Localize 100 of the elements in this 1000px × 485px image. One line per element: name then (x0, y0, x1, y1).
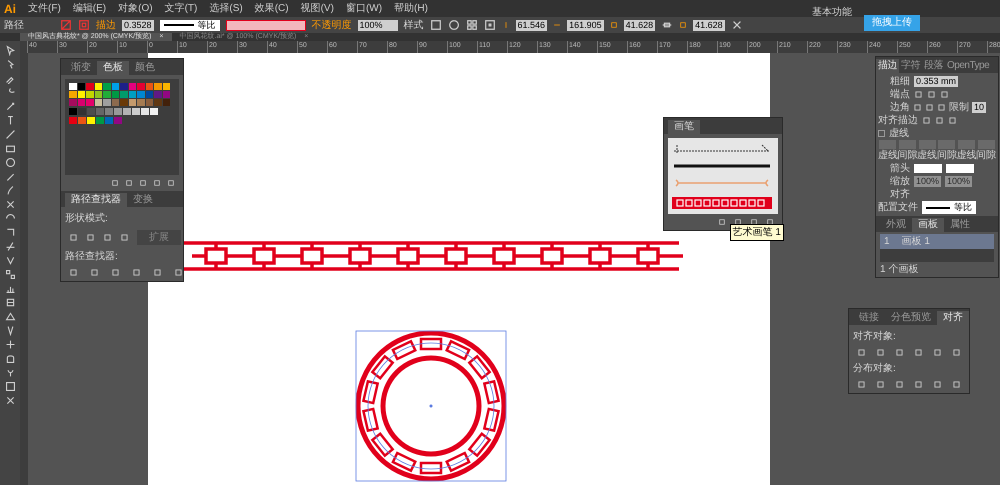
tool-icon[interactable] (4, 255, 16, 266)
panel-tab[interactable]: 变换 (127, 193, 159, 207)
distribute-icon[interactable] (857, 380, 866, 389)
color-swatch[interactable] (78, 91, 85, 98)
tool-icon[interactable] (4, 157, 16, 168)
fill-swatch-icon[interactable] (60, 19, 72, 31)
menu-item[interactable]: 效果(C) (254, 1, 289, 16)
color-swatch[interactable] (103, 91, 110, 98)
color-swatch[interactable] (146, 91, 153, 98)
tint-swatch[interactable] (132, 108, 140, 115)
tool-icon[interactable] (4, 395, 16, 406)
menu-item[interactable]: 帮助(H) (394, 1, 428, 16)
tint-swatch[interactable] (141, 108, 149, 115)
tool-icon[interactable] (4, 101, 16, 112)
color-swatch[interactable] (137, 91, 144, 98)
color-swatch[interactable] (154, 91, 162, 98)
color-swatch[interactable] (78, 99, 85, 106)
align-icon[interactable] (952, 348, 961, 357)
panel-tab[interactable]: 颜色 (129, 61, 161, 75)
distribute-icon[interactable] (876, 380, 885, 389)
menu-item[interactable]: 文件(F) (28, 1, 61, 16)
color-swatch[interactable] (154, 83, 162, 90)
stroke-swatch-icon[interactable] (78, 19, 90, 31)
color-swatch[interactable] (69, 91, 76, 98)
y-field[interactable]: 161.905 (567, 20, 604, 30)
stroke-weight-field[interactable]: 0.3528 (122, 20, 154, 30)
color-swatch[interactable] (94, 91, 102, 98)
tint-swatch[interactable] (123, 108, 131, 115)
tint-swatch[interactable] (69, 108, 77, 115)
color-swatch[interactable] (114, 117, 122, 124)
panel-tab[interactable]: 画笔 (668, 120, 700, 134)
grid-icon[interactable] (466, 19, 478, 31)
profile-dropdown[interactable]: 等比 (160, 20, 220, 30)
color-swatch[interactable] (96, 117, 104, 124)
tool-icon[interactable] (4, 353, 16, 364)
profile-dropdown[interactable]: 等比 (922, 201, 976, 214)
color-swatch[interactable] (146, 83, 153, 90)
color-swatch[interactable] (69, 117, 77, 124)
tool-icon[interactable] (4, 241, 16, 252)
panel-tab[interactable]: 链接 (853, 311, 885, 325)
panel-tab[interactable]: 分色预览 (885, 311, 937, 325)
height-field[interactable]: 41.628 (693, 20, 725, 30)
tool-icon[interactable] (4, 367, 16, 378)
tool-icon[interactable] (4, 325, 16, 336)
color-swatch[interactable] (146, 99, 153, 106)
color-swatch[interactable] (128, 91, 136, 98)
panel-tab[interactable]: 外观 (880, 218, 912, 232)
color-swatch[interactable] (120, 91, 128, 98)
tool-icon[interactable] (4, 129, 16, 140)
panel-tab[interactable]: 属性 (944, 218, 976, 232)
distribute-icon[interactable] (952, 380, 961, 389)
pathfinder-icon[interactable] (153, 268, 162, 277)
color-swatch[interactable] (120, 83, 128, 90)
tool-icon[interactable] (4, 381, 16, 392)
style-swatch-icon[interactable] (430, 19, 442, 31)
tool-icon[interactable] (4, 143, 16, 154)
reference-point-icon[interactable] (484, 19, 496, 31)
tint-swatch[interactable] (114, 108, 122, 115)
menu-item[interactable]: 窗口(W) (346, 1, 382, 16)
tint-swatch[interactable] (150, 108, 158, 115)
color-swatch[interactable] (128, 99, 136, 106)
limit-field[interactable]: 10 (972, 102, 986, 113)
color-swatch[interactable] (69, 99, 76, 106)
menu-item[interactable]: 视图(V) (300, 1, 334, 16)
tool-icon[interactable] (4, 227, 16, 238)
brush-dropdown[interactable] (226, 20, 306, 30)
menu-item[interactable]: 选择(S) (209, 1, 243, 16)
tool-icon[interactable] (4, 311, 16, 322)
tint-swatch[interactable] (105, 108, 113, 115)
pathfinder-icon[interactable] (90, 268, 99, 277)
panel-tab[interactable]: OpenType (945, 59, 992, 73)
color-swatch[interactable] (78, 83, 85, 90)
color-swatch[interactable] (112, 99, 119, 106)
panel-tab[interactable]: 描边 (876, 59, 899, 73)
panel-tab[interactable]: 色板 (97, 61, 129, 75)
x-field[interactable]: 61.546 (516, 20, 548, 30)
color-swatch[interactable] (137, 99, 144, 106)
panel-tab[interactable]: 渐变 (65, 61, 97, 75)
opacity-field[interactable]: 100% (358, 20, 398, 30)
align-icon[interactable] (933, 348, 942, 357)
color-swatch[interactable] (112, 91, 119, 98)
tool-icon[interactable] (4, 45, 16, 56)
tool-icon[interactable] (4, 185, 16, 196)
panel-tab[interactable]: 画板 (912, 218, 944, 232)
pathfinder-icon[interactable] (132, 268, 141, 277)
color-swatch[interactable] (94, 83, 102, 90)
distribute-icon[interactable] (895, 380, 904, 389)
panel-tab[interactable]: 对齐 (937, 311, 969, 325)
color-swatch[interactable] (103, 83, 110, 90)
tool-icon[interactable] (4, 269, 16, 280)
tool-icon[interactable] (4, 199, 16, 210)
color-swatch[interactable] (162, 91, 170, 98)
align-icon[interactable] (857, 348, 866, 357)
color-swatch[interactable] (154, 99, 162, 106)
workspace-switcher[interactable]: 基本功能 (812, 5, 852, 20)
transform-icon[interactable] (730, 19, 743, 31)
color-swatch[interactable] (86, 91, 94, 98)
weight-field[interactable]: 0.353 mm (914, 76, 958, 87)
distribute-icon[interactable] (914, 380, 923, 389)
color-swatch[interactable] (87, 117, 95, 124)
